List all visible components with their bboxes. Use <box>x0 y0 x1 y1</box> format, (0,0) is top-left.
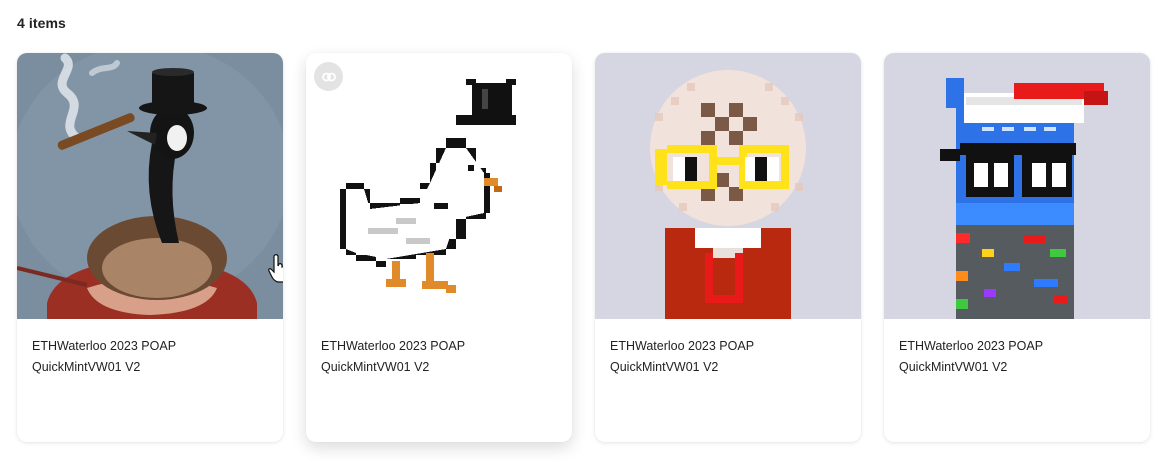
pixel-character-with-cap-and-sunglasses-image[interactable] <box>884 53 1150 319</box>
nft-card-caption: ETHWaterloo 2023 POAP QuickMintVW01 V2 <box>306 319 572 378</box>
nft-card[interactable]: ETHWaterloo 2023 POAP QuickMintVW01 V2 <box>17 53 283 442</box>
nft-card[interactable]: ETHWaterloo 2023 POAP QuickMintVW01 V2 <box>884 53 1150 442</box>
nft-card-title: ETHWaterloo 2023 POAP <box>32 339 177 353</box>
nft-card-subtitle: QuickMintVW01 V2 <box>899 360 1008 374</box>
link-icon[interactable] <box>314 62 343 91</box>
nft-card-title: ETHWaterloo 2023 POAP <box>899 339 1044 353</box>
nft-card[interactable]: ETHWaterloo 2023 POAP QuickMintVW01 V2 <box>595 53 861 442</box>
nft-grid: ETHWaterloo 2023 POAP QuickMintVW01 V2 E… <box>17 53 1150 442</box>
nft-card-title: ETHWaterloo 2023 POAP <box>321 339 466 353</box>
nft-card-subtitle: QuickMintVW01 V2 <box>321 360 430 374</box>
nft-card-subtitle: QuickMintVW01 V2 <box>610 360 719 374</box>
nft-card-caption: ETHWaterloo 2023 POAP QuickMintVW01 V2 <box>595 319 861 378</box>
nft-card[interactable]: ETHWaterloo 2023 POAP QuickMintVW01 V2 <box>306 53 572 442</box>
nft-card-title: ETHWaterloo 2023 POAP <box>610 339 755 353</box>
pixel-goose-with-top-hat-image[interactable] <box>306 53 572 319</box>
nft-card-caption: ETHWaterloo 2023 POAP QuickMintVW01 V2 <box>884 319 1150 378</box>
nft-card-subtitle: QuickMintVW01 V2 <box>32 360 141 374</box>
goose-with-top-hat-and-cigar-image[interactable] <box>17 53 283 319</box>
pixel-character-with-yellow-glasses-image[interactable] <box>595 53 861 319</box>
nft-collection-page: 4 items ETHWaterloo 2023 POAP QuickMintV… <box>0 0 1176 476</box>
nft-card-caption: ETHWaterloo 2023 POAP QuickMintVW01 V2 <box>17 319 283 378</box>
item-count-label: 4 items <box>17 15 66 31</box>
